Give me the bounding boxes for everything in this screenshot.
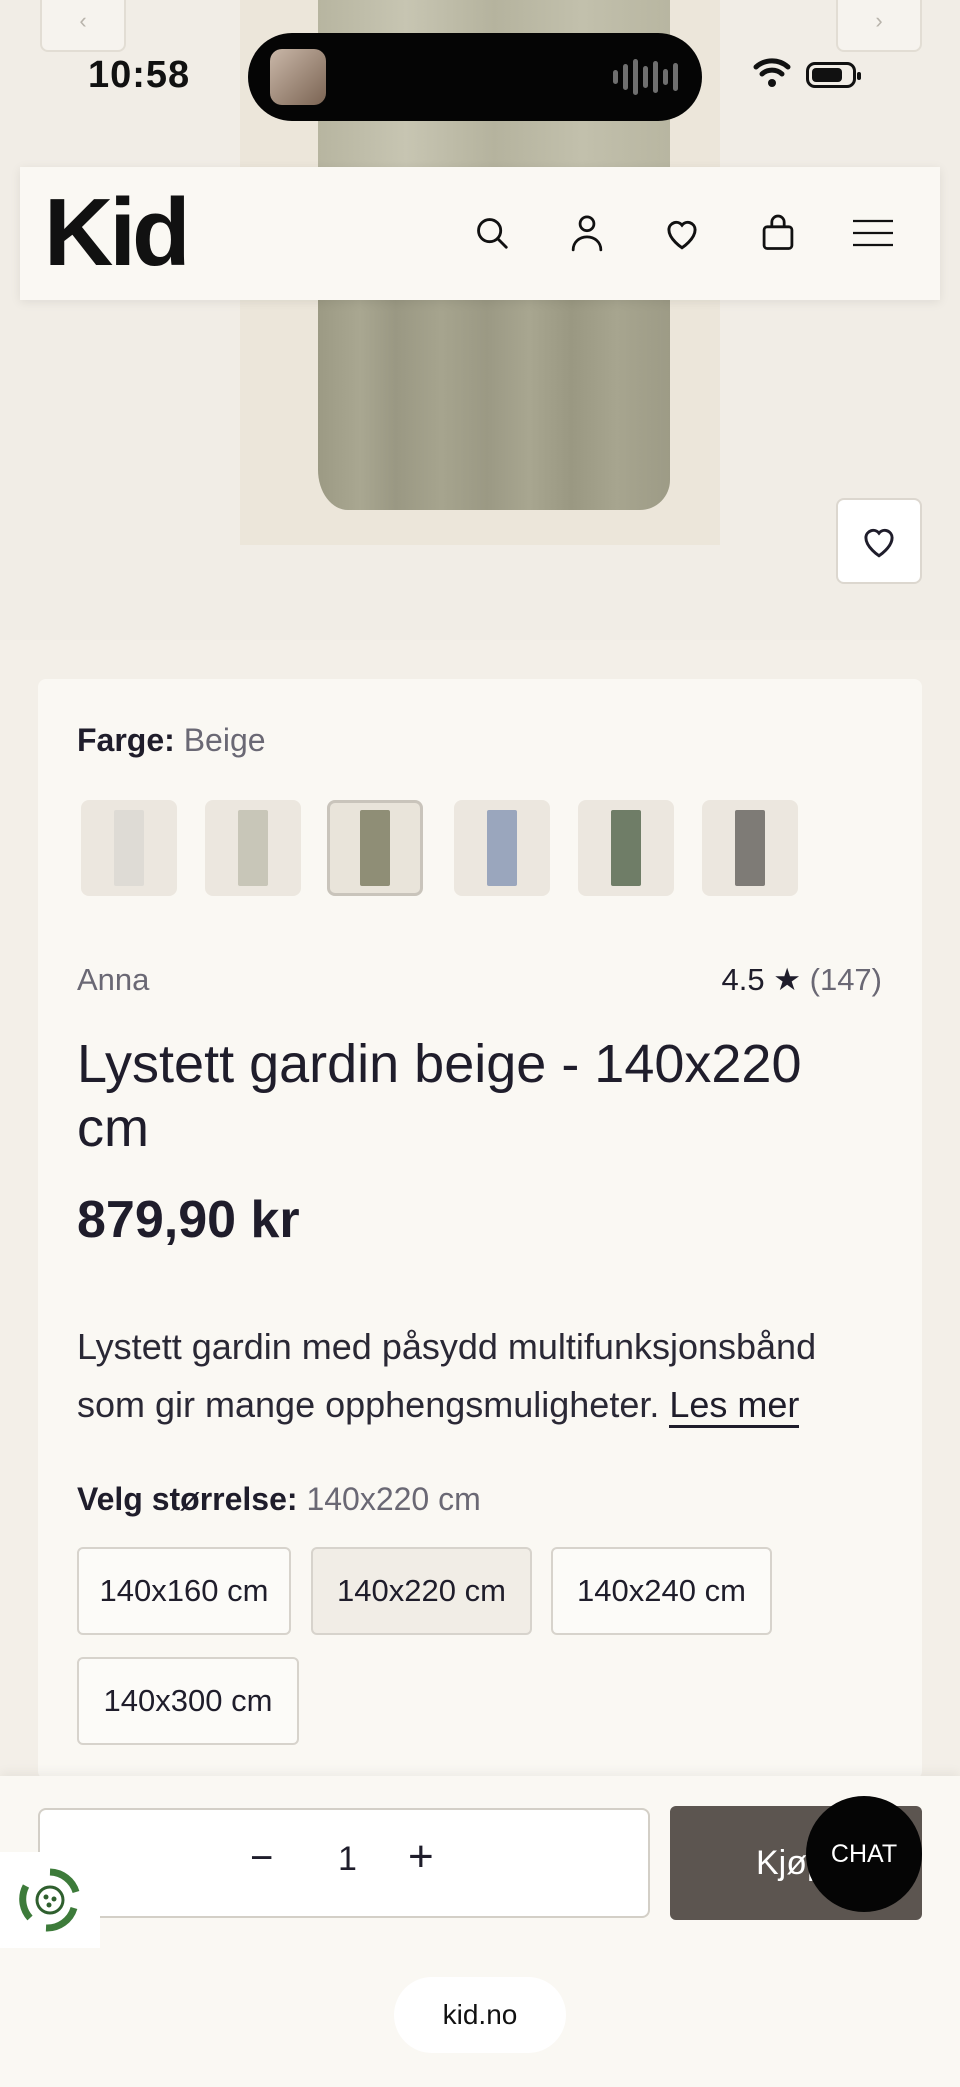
color-swatch[interactable] <box>81 800 177 896</box>
color-label-value: Beige <box>183 722 266 758</box>
dynamic-island <box>248 33 702 121</box>
swatch-curtain-thumbnail <box>114 810 144 886</box>
search-button[interactable] <box>467 208 517 258</box>
gallery-prev-button[interactable]: ‹ <box>40 0 126 52</box>
gallery-next-button[interactable]: › <box>836 0 922 52</box>
wishlist-button[interactable] <box>657 208 707 258</box>
user-icon <box>571 215 603 252</box>
quantity-value[interactable]: 1 <box>338 1840 357 1879</box>
battery-icon <box>806 62 861 88</box>
color-swatch[interactable] <box>578 800 674 896</box>
brand-name[interactable]: Anna <box>77 962 149 998</box>
chat-button[interactable]: CHAT <box>806 1796 922 1912</box>
quantity-stepper: − 1 + <box>38 1808 650 1918</box>
rating-value: 4.5 <box>721 962 765 997</box>
hamburger-menu-icon <box>853 219 893 247</box>
swatch-curtain-thumbnail <box>611 810 641 886</box>
swatch-curtain-thumbnail <box>360 810 390 886</box>
audio-wave-icon <box>613 59 678 95</box>
size-label: Velg størrelse: 140x220 cm <box>77 1481 481 1518</box>
increase-quantity-button[interactable]: + <box>408 1832 434 1882</box>
browser-url-bar[interactable]: kid.no <box>394 1977 566 2053</box>
swatch-curtain-thumbnail <box>735 810 765 886</box>
decrease-quantity-button[interactable]: − <box>250 1836 273 1881</box>
read-more-link[interactable]: Les mer <box>669 1384 800 1428</box>
now-playing-thumbnail <box>270 49 326 105</box>
color-swatch[interactable] <box>205 800 301 896</box>
swatch-curtain-thumbnail <box>238 810 268 886</box>
status-time: 10:58 <box>88 54 191 96</box>
size-option-140x300[interactable]: 140x300 cm <box>77 1657 299 1745</box>
heart-icon <box>667 220 697 250</box>
product-description: Lystett gardin med påsydd multifunksjons… <box>77 1318 887 1434</box>
swatch-curtain-thumbnail <box>487 810 517 886</box>
menu-button[interactable] <box>848 208 898 258</box>
wifi-icon <box>753 58 791 87</box>
size-label-value: 140x220 cm <box>306 1481 481 1517</box>
size-option-140x160[interactable]: 140x160 cm <box>77 1547 291 1635</box>
size-label-key: Velg størrelse: <box>77 1481 298 1517</box>
add-to-wishlist-button[interactable] <box>836 498 922 584</box>
site-header: Kid <box>20 167 940 300</box>
color-swatch[interactable] <box>454 800 550 896</box>
color-swatch[interactable] <box>702 800 798 896</box>
chevron-right-icon: › <box>875 8 883 33</box>
size-option-140x240[interactable]: 140x240 cm <box>551 1547 772 1635</box>
product-price: 879,90 kr <box>77 1191 300 1249</box>
recycle-badge[interactable] <box>0 1852 100 1948</box>
rating-count: (147) <box>809 962 882 997</box>
search-icon <box>477 218 508 249</box>
star-icon: ★ <box>773 962 801 997</box>
site-logo[interactable]: Kid <box>44 185 191 281</box>
shopping-bag-icon <box>762 214 794 250</box>
account-button[interactable] <box>562 208 612 258</box>
cart-button[interactable] <box>753 208 803 258</box>
color-label-key: Farge: <box>77 722 175 758</box>
heart-icon <box>864 528 894 558</box>
recycle-icon <box>19 1868 80 1932</box>
color-swatch[interactable] <box>327 800 423 896</box>
product-rating[interactable]: 4.5 ★ (147) <box>721 962 882 998</box>
product-title: Lystett gardin beige - 140x220 cm <box>77 1034 802 1158</box>
chevron-left-icon: ‹ <box>79 8 87 33</box>
color-label: Farge: Beige <box>77 722 266 759</box>
size-option-140x220[interactable]: 140x220 cm <box>311 1547 532 1635</box>
